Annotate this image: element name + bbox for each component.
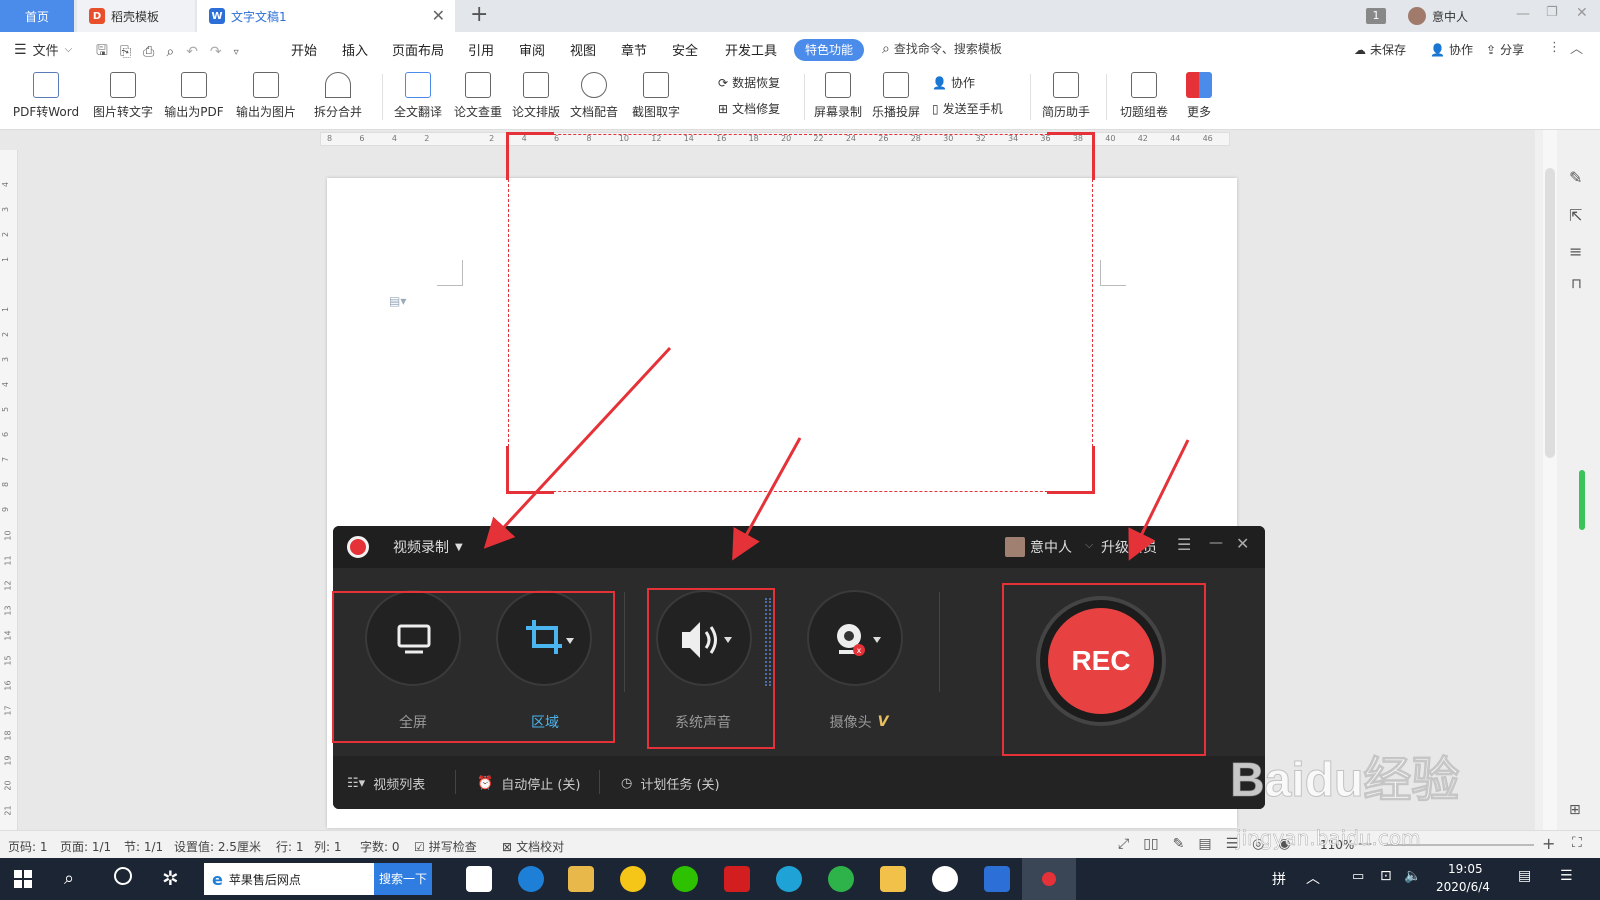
battery-icon[interactable]: ▭ xyxy=(1352,869,1364,884)
edge-icon[interactable] xyxy=(518,866,544,892)
network-icon[interactable]: ⊡ xyxy=(1380,868,1392,884)
clock-time[interactable]: 19:05 xyxy=(1448,862,1483,876)
search-icon[interactable]: ⌕ xyxy=(64,868,74,889)
store-icon[interactable] xyxy=(466,866,492,892)
taskbar-search-text: 苹果售后网点 xyxy=(228,872,301,887)
chevron-up-icon[interactable]: ︿ xyxy=(1306,868,1320,888)
volume-icon[interactable]: 🔈 xyxy=(1404,868,1421,884)
pinwheel-app-icon[interactable]: ✲ xyxy=(162,866,179,890)
folder-icon[interactable] xyxy=(568,866,594,892)
status-page-code[interactable]: 页码: 1 xyxy=(8,838,48,855)
zoom-in-icon[interactable]: + xyxy=(1542,834,1555,853)
input-method-indicator[interactable]: 拼 xyxy=(1272,869,1286,889)
windows-start-icon[interactable] xyxy=(14,870,32,888)
taskbar-search-box[interactable]: e 苹果售后网点 xyxy=(204,863,374,895)
doc-proofread-label: 文档校对 xyxy=(516,840,565,854)
status-setting[interactable]: 设置值: 2.5厘米 xyxy=(174,838,261,855)
status-section[interactable]: 节: 1/1 xyxy=(124,838,163,855)
notes-icon[interactable]: ▤ xyxy=(1518,868,1531,884)
spell-check-label: 拼写检查 xyxy=(428,840,477,854)
fit-window-icon[interactable]: ⛶ xyxy=(1572,835,1582,851)
proofread-icon: ⊠ xyxy=(502,839,513,854)
notification-center-icon[interactable]: ☰ xyxy=(1560,868,1573,884)
package-app-icon[interactable] xyxy=(880,866,906,892)
status-word-count[interactable]: 字数: 0 xyxy=(360,838,400,855)
wechat-icon[interactable] xyxy=(672,866,698,892)
duck-app-icon[interactable] xyxy=(620,866,646,892)
penguin-app-icon[interactable] xyxy=(932,866,958,892)
checkbox-icon: ☑ xyxy=(414,839,425,854)
wps-writer-icon[interactable] xyxy=(984,866,1010,892)
green-app-icon[interactable] xyxy=(828,866,854,892)
taskbar-search-button[interactable]: 搜索一下 xyxy=(374,863,432,895)
windows-taskbar: ⌕ ✲ e 苹果售后网点 搜索一下 拼 ︿ ▭ ⊡ 🔈 19:05 2020/6… xyxy=(0,858,1600,900)
fullscreen-view-icon[interactable]: ⤢ xyxy=(1118,836,1129,852)
baidu-watermark-url: jingyan.baidu.com xyxy=(1236,826,1421,851)
status-column: 列: 1 xyxy=(314,840,342,854)
solidworks-icon[interactable] xyxy=(724,866,750,892)
status-line: 行: 1 xyxy=(276,840,304,854)
baidu-watermark: Baidu经验 xyxy=(1229,754,1460,808)
cortana-icon[interactable] xyxy=(114,867,132,885)
recorder-app-icon xyxy=(1042,872,1056,886)
edit-mode-icon[interactable]: ✎ xyxy=(1173,836,1185,852)
clock-date[interactable]: 2020/6/4 xyxy=(1436,880,1490,894)
qq-browser-icon[interactable] xyxy=(776,866,802,892)
status-pages[interactable]: 页面: 1/1 xyxy=(60,838,111,855)
page-view-icon[interactable]: ▤ xyxy=(1198,836,1211,852)
spell-check-toggle[interactable]: ☑ 拼写检查 xyxy=(414,838,477,855)
doc-proofread-button[interactable]: ⊠ 文档校对 xyxy=(502,838,564,855)
ie-icon: e xyxy=(212,869,223,889)
recorder-taskbar-item[interactable] xyxy=(1022,858,1076,900)
reading-mode-icon[interactable]: ▯▯ xyxy=(1143,836,1158,852)
